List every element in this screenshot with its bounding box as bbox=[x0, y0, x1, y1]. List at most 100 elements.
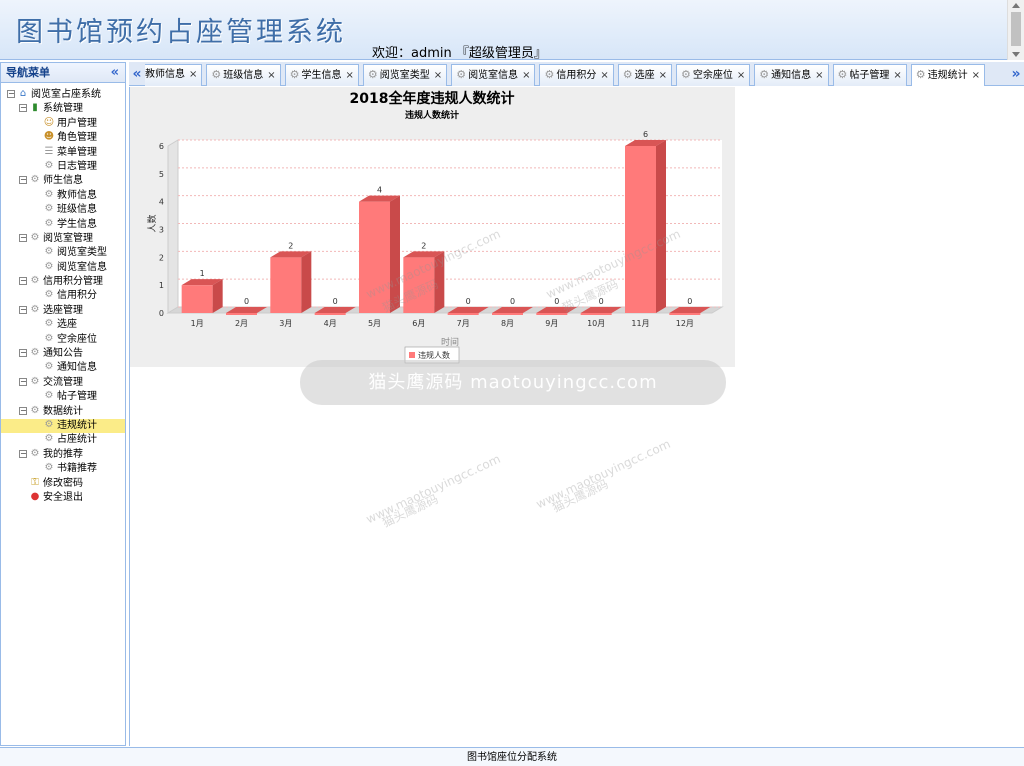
sidebar-header: 导航菜单 « bbox=[1, 63, 125, 83]
tab-close-icon[interactable]: × bbox=[815, 70, 823, 81]
tab-close-icon[interactable]: × bbox=[267, 70, 275, 81]
collapse-toggle-icon[interactable]: − bbox=[19, 449, 27, 458]
tab-item[interactable]: ⚙ 空余座位 × bbox=[675, 64, 751, 86]
tree-node[interactable]: − ⌂ 阅览室占座系统 bbox=[1, 88, 125, 102]
tree-node[interactable]: ⚙ 班级信息 bbox=[1, 203, 125, 217]
tab-scroll-left-icon[interactable]: « bbox=[129, 64, 145, 84]
tree-node-label: 阅览室占座系统 bbox=[31, 89, 101, 100]
tab-close-icon[interactable]: × bbox=[522, 70, 530, 81]
chart-subtitle: 违规人数统计 bbox=[405, 109, 459, 121]
tree-node-label: 用户管理 bbox=[57, 117, 97, 129]
tree-node[interactable]: ⚙ 日志管理 bbox=[1, 160, 125, 174]
bar bbox=[536, 313, 568, 315]
tree-node[interactable]: − ⚙ 通知公告 bbox=[1, 347, 125, 361]
page-footer: 图书馆座位分配系统 bbox=[0, 747, 1024, 766]
home-icon: ⌂ bbox=[19, 88, 27, 99]
tree-node[interactable]: ⚙ 选座 bbox=[1, 318, 125, 332]
tree-node-label: 师生信息 bbox=[43, 175, 83, 187]
tree-node-label: 角色管理 bbox=[57, 132, 97, 144]
collapse-toggle-icon[interactable]: − bbox=[19, 349, 27, 358]
tree-node[interactable]: − ⚙ 交流管理 bbox=[1, 376, 125, 390]
page-header: 图书馆预约占座管理系统 欢迎：admin 『超级管理员』 bbox=[0, 0, 1024, 61]
tab-item[interactable]: ⚙ 选座 × bbox=[617, 64, 672, 86]
tab-item[interactable]: 教师信息 × bbox=[145, 64, 203, 86]
collapse-toggle-icon[interactable]: − bbox=[19, 176, 27, 185]
tab-item[interactable]: ⚙ 通知信息 × bbox=[754, 64, 829, 86]
bar-side bbox=[390, 195, 400, 313]
tab-close-icon[interactable]: × bbox=[434, 70, 442, 81]
tree-node[interactable]: ⚙ 阅览室类型 bbox=[1, 246, 125, 260]
collapse-toggle-icon[interactable]: − bbox=[19, 277, 27, 286]
scroll-up-icon[interactable] bbox=[1012, 3, 1020, 8]
tree-node[interactable]: ⚙ 占座统计 bbox=[1, 433, 125, 447]
tree-node[interactable]: ☻ 角色管理 bbox=[1, 131, 125, 145]
vertical-scrollbar[interactable] bbox=[1007, 0, 1024, 60]
tab-scroll-right-icon[interactable]: » bbox=[1008, 64, 1024, 84]
tree-node[interactable]: − ⚙ 师生信息 bbox=[1, 174, 125, 188]
tab-close-icon[interactable]: × bbox=[893, 70, 901, 81]
gear-icon: ⚙ bbox=[622, 68, 633, 81]
tree-node[interactable]: ☺ 用户管理 bbox=[1, 117, 125, 131]
tree-node[interactable]: ⚙ 信用积分 bbox=[1, 289, 125, 303]
bar bbox=[492, 313, 523, 315]
app-title: 图书馆预约占座管理系统 bbox=[16, 17, 346, 48]
collapse-icon[interactable]: « bbox=[111, 63, 119, 83]
collapse-toggle-icon[interactable]: − bbox=[7, 90, 15, 98]
tree-node[interactable]: − ⚙ 信用积分管理 bbox=[1, 275, 125, 289]
x-tick-label: 9月 bbox=[545, 319, 558, 328]
x-tick-label: 7月 bbox=[457, 319, 470, 328]
tree-node[interactable]: − ⚙ 选座管理 bbox=[1, 304, 125, 318]
tab-item[interactable]: ⚙ 信用积分 × bbox=[539, 64, 614, 86]
data-label: 0 bbox=[554, 297, 559, 306]
tree-node[interactable]: ☰ 菜单管理 bbox=[1, 146, 125, 160]
tree-node[interactable]: ⚙ 学生信息 bbox=[1, 218, 125, 232]
tree-node-label: 阅览室类型 bbox=[57, 247, 107, 259]
gear-icon: ⚙ bbox=[544, 68, 555, 81]
bar bbox=[359, 201, 390, 313]
data-label: 0 bbox=[599, 297, 604, 306]
collapse-toggle-icon[interactable]: − bbox=[19, 104, 27, 113]
tab-item[interactable]: ⚙ 学生信息 × bbox=[284, 64, 359, 86]
tree-node[interactable]: ● 安全退出 bbox=[1, 491, 125, 505]
collapse-toggle-icon[interactable]: − bbox=[19, 305, 27, 314]
tab-bar: « 教师信息 × ⚙ 班级信息 × ⚙ 学生信息 × ⚙ 阅览室类型 × ⚙ 阅览室信息 × ⚙ 信用积分 × ⚙… bbox=[129, 62, 1024, 86]
tree-node[interactable]: ⚙ 教师信息 bbox=[1, 189, 125, 203]
collapse-toggle-icon[interactable]: − bbox=[19, 233, 27, 242]
chart-svg: 2018全年度违规人数统计违规人数统计0123456人数11月02月23月04月… bbox=[146, 90, 724, 364]
gear-icon: ⚙ bbox=[367, 68, 378, 81]
tab-item[interactable]: ⚙ 帖子管理 × bbox=[832, 64, 907, 86]
tab-close-icon[interactable]: × bbox=[972, 70, 980, 81]
tree-node[interactable]: ⚿ 修改密码 bbox=[1, 477, 125, 491]
collapse-toggle-icon[interactable]: − bbox=[19, 406, 27, 415]
gear-icon: ⚙ bbox=[44, 159, 54, 171]
tab-close-icon[interactable]: × bbox=[737, 70, 745, 81]
tree-node[interactable]: ⚙ 帖子管理 bbox=[1, 390, 125, 404]
tree-node[interactable]: ⚙ 通知信息 bbox=[1, 361, 125, 375]
scroll-down-icon[interactable] bbox=[1012, 52, 1020, 57]
tree-node[interactable]: − ▮ 系统管理 bbox=[1, 102, 125, 116]
tab-item[interactable]: ⚙ 阅览室信息 × bbox=[451, 64, 536, 86]
tree-node[interactable]: − ⚙ 数据统计 bbox=[1, 405, 125, 419]
tab-close-icon[interactable]: × bbox=[600, 70, 608, 81]
tree-node-label: 通知信息 bbox=[57, 362, 97, 374]
tab-close-icon[interactable]: × bbox=[346, 70, 354, 81]
tab-close-icon[interactable]: × bbox=[659, 70, 667, 81]
tree-node[interactable]: ⚙ 书籍推荐 bbox=[1, 462, 125, 476]
tree-node-label: 我的推荐 bbox=[43, 448, 83, 460]
plot-wall-left bbox=[167, 139, 179, 314]
tree-node[interactable]: ⚙ 空余座位 bbox=[1, 333, 125, 347]
tree-node[interactable]: ⚙ 违规统计 bbox=[1, 418, 125, 434]
tab-item[interactable]: ⚙ 违规统计 × bbox=[910, 64, 986, 86]
data-label: 6 bbox=[643, 130, 648, 139]
scroll-thumb[interactable] bbox=[1011, 12, 1021, 46]
tab-item[interactable]: ⚙ 班级信息 × bbox=[206, 64, 281, 86]
tree-node[interactable]: − ⚙ 我的推荐 bbox=[1, 448, 125, 462]
collapse-toggle-icon[interactable]: − bbox=[19, 377, 27, 386]
tree-node[interactable]: ⚙ 阅览室信息 bbox=[1, 261, 125, 275]
tree-node-label: 空余座位 bbox=[57, 333, 97, 345]
gear-icon: ⚙ bbox=[44, 217, 54, 229]
welcome-text: 欢迎：admin 『超级管理员』 bbox=[372, 46, 547, 61]
tab-close-icon[interactable]: × bbox=[189, 69, 197, 80]
tree-node[interactable]: − ⚙ 阅览室管理 bbox=[1, 232, 125, 246]
tab-item[interactable]: ⚙ 阅览室类型 × bbox=[362, 64, 448, 86]
